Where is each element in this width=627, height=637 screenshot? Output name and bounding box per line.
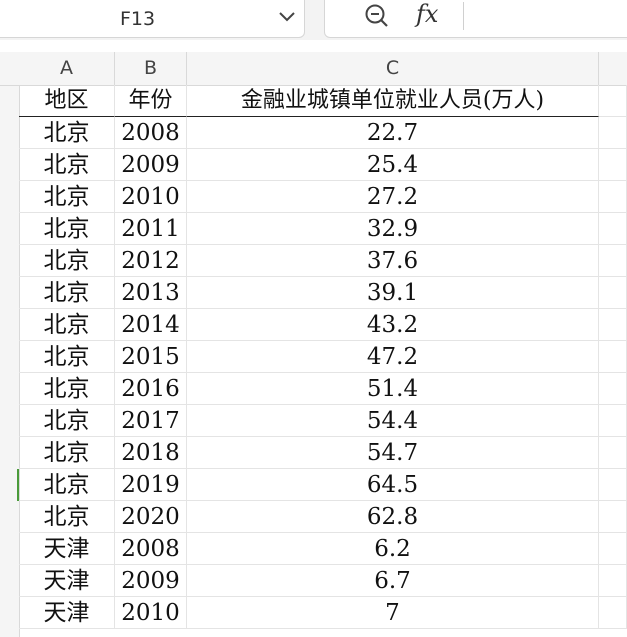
cell-region[interactable]: 北京: [19, 373, 115, 405]
table-row: 北京 2016 51.4: [19, 373, 627, 405]
cell-empty[interactable]: [599, 565, 627, 597]
row-header-strip[interactable]: [0, 52, 20, 637]
table-row: 天津 2010 7: [19, 597, 627, 629]
column-header-b[interactable]: B: [115, 52, 187, 85]
table-row: 北京 2013 39.1: [19, 277, 627, 309]
cell-empty[interactable]: [599, 181, 627, 213]
cell-employment[interactable]: 6.7: [187, 565, 599, 597]
header-cell-employment[interactable]: 金融业城镇单位就业人员(万人): [187, 85, 599, 117]
cell-region[interactable]: 北京: [19, 149, 115, 181]
cell-region[interactable]: 北京: [19, 117, 115, 149]
table-row: 北京 2015 47.2: [19, 341, 627, 373]
formula-bar-divider: [463, 2, 464, 30]
name-box-value[interactable]: F13: [120, 8, 155, 30]
cell-year[interactable]: 2008: [115, 533, 187, 565]
cell-empty[interactable]: [599, 117, 627, 149]
cell-employment[interactable]: 51.4: [187, 373, 599, 405]
cell-region[interactable]: 北京: [19, 437, 115, 469]
cell-empty[interactable]: [599, 277, 627, 309]
cell-region[interactable]: 北京: [19, 341, 115, 373]
column-header-a[interactable]: A: [19, 52, 115, 85]
cell-region[interactable]: 北京: [19, 469, 115, 501]
cell-employment[interactable]: 39.1: [187, 277, 599, 309]
function-icon[interactable]: fx: [416, 0, 438, 28]
cell-employment[interactable]: 6.2: [187, 533, 599, 565]
cell-year[interactable]: 2011: [115, 213, 187, 245]
column-header-d[interactable]: [599, 52, 627, 85]
header-cell-year[interactable]: 年份: [115, 85, 187, 117]
cell-employment[interactable]: 32.9: [187, 213, 599, 245]
cell-year[interactable]: 2018: [115, 437, 187, 469]
cell-employment[interactable]: 64.5: [187, 469, 599, 501]
table-row: 北京 2020 62.8: [19, 501, 627, 533]
column-header-c[interactable]: C: [187, 52, 599, 85]
cell-empty[interactable]: [599, 213, 627, 245]
cell-region[interactable]: 北京: [19, 309, 115, 341]
cell-employment[interactable]: 43.2: [187, 309, 599, 341]
cell-region[interactable]: 北京: [19, 501, 115, 533]
cell-employment[interactable]: 54.7: [187, 437, 599, 469]
cell-empty[interactable]: [599, 341, 627, 373]
header-cell-region[interactable]: 地区: [19, 85, 115, 117]
table-row: 天津 2009 6.7: [19, 565, 627, 597]
cell-empty[interactable]: [599, 501, 627, 533]
cell-region[interactable]: 北京: [19, 405, 115, 437]
cell-empty[interactable]: [599, 405, 627, 437]
formula-toolbar: F13 fx: [0, 0, 627, 40]
cell-region[interactable]: 北京: [19, 245, 115, 277]
cell-empty[interactable]: [599, 309, 627, 341]
table-row: 北京 2017 54.4: [19, 405, 627, 437]
cell-year[interactable]: 2017: [115, 405, 187, 437]
cell-empty[interactable]: [599, 437, 627, 469]
cell-empty[interactable]: [599, 469, 627, 501]
cell-year[interactable]: 2010: [115, 181, 187, 213]
cell-year[interactable]: 2014: [115, 309, 187, 341]
cell-year[interactable]: 2009: [115, 149, 187, 181]
cell-region[interactable]: 天津: [19, 597, 115, 629]
table-row: 北京 2011 32.9: [19, 213, 627, 245]
table-row: 北京 2019 64.5: [19, 469, 627, 501]
cell-employment[interactable]: 47.2: [187, 341, 599, 373]
cell-empty[interactable]: [599, 373, 627, 405]
selected-row-indicator: [17, 469, 19, 501]
cell-year[interactable]: 2009: [115, 565, 187, 597]
cell-year[interactable]: 2020: [115, 501, 187, 533]
cell-region[interactable]: 北京: [19, 277, 115, 309]
zoom-out-icon[interactable]: [363, 2, 391, 30]
cell-employment[interactable]: 22.7: [187, 117, 599, 149]
cell-empty[interactable]: [599, 85, 627, 117]
cell-region[interactable]: 天津: [19, 533, 115, 565]
cell-empty[interactable]: [599, 533, 627, 565]
cell-year[interactable]: 2019: [115, 469, 187, 501]
cell-employment[interactable]: 7: [187, 597, 599, 629]
cell-year[interactable]: 2015: [115, 341, 187, 373]
table-row: 北京 2012 37.6: [19, 245, 627, 277]
cell-employment[interactable]: 27.2: [187, 181, 599, 213]
cell-year[interactable]: 2010: [115, 597, 187, 629]
cell-employment[interactable]: 37.6: [187, 245, 599, 277]
table-row: 北京 2010 27.2: [19, 181, 627, 213]
cell-year[interactable]: 2013: [115, 277, 187, 309]
cell-region[interactable]: 北京: [19, 213, 115, 245]
table-row: 北京 2008 22.7: [19, 117, 627, 149]
cell-region[interactable]: 天津: [19, 565, 115, 597]
table-row: 北京 2014 43.2: [19, 309, 627, 341]
cell-empty[interactable]: [599, 245, 627, 277]
column-headers: A B C: [0, 52, 627, 86]
cell-year[interactable]: 2008: [115, 117, 187, 149]
table-header-row: 地区 年份 金融业城镇单位就业人员(万人): [19, 85, 627, 117]
table-row: 北京 2018 54.7: [19, 437, 627, 469]
cell-employment[interactable]: 25.4: [187, 149, 599, 181]
cell-employment[interactable]: 62.8: [187, 501, 599, 533]
cell-year[interactable]: 2016: [115, 373, 187, 405]
cell-empty[interactable]: [599, 597, 627, 629]
table-row: 天津 2008 6.2: [19, 533, 627, 565]
chevron-down-icon[interactable]: [276, 7, 298, 25]
table-row: 北京 2009 25.4: [19, 149, 627, 181]
cell-empty[interactable]: [599, 149, 627, 181]
cell-employment[interactable]: 54.4: [187, 405, 599, 437]
cell-region[interactable]: 北京: [19, 181, 115, 213]
cell-year[interactable]: 2012: [115, 245, 187, 277]
